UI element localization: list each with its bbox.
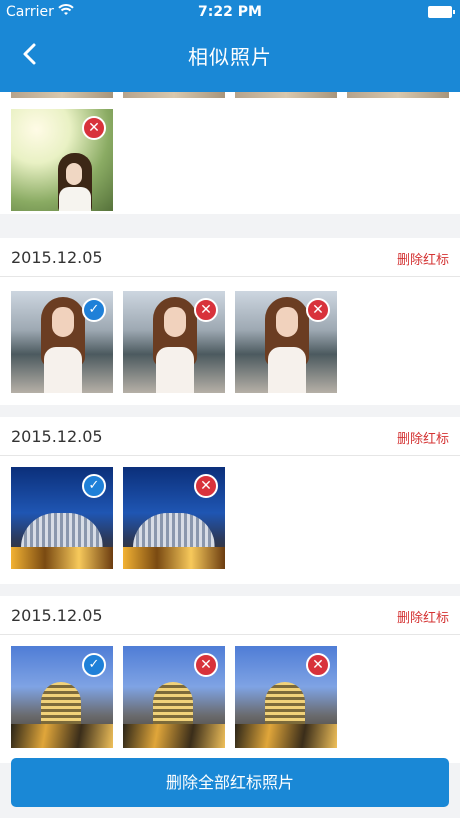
delete-marked-button[interactable]: 删除红标 [397, 607, 449, 626]
photo-thumbnail[interactable]: ✕ [123, 467, 225, 569]
partial-photo-group: ✕ [0, 92, 460, 214]
photo-thumbnail[interactable]: ✕ [11, 109, 113, 211]
photo-thumbnail[interactable]: ✕ [123, 291, 225, 393]
delete-mark-icon[interactable]: ✕ [306, 653, 330, 677]
keep-check-icon[interactable]: ✓ [82, 298, 106, 322]
delete-mark-icon[interactable]: ✕ [194, 298, 218, 322]
delete-marked-button[interactable]: 删除红标 [397, 428, 449, 447]
battery-icon [428, 6, 455, 18]
group-header: 2015.12.05 删除红标 [0, 596, 460, 635]
delete-mark-icon[interactable]: ✕ [306, 298, 330, 322]
photo-thumbnail[interactable]: ✓ [11, 646, 113, 748]
group-header: 2015.12.05 删除红标 [0, 417, 460, 456]
delete-mark-icon[interactable]: ✕ [194, 653, 218, 677]
group-date: 2015.12.05 [11, 427, 103, 446]
delete-mark-icon[interactable]: ✕ [82, 116, 106, 140]
photo-thumbnail[interactable] [11, 92, 113, 98]
group-header: 2015.12.05 删除红标 [0, 238, 460, 277]
photo-thumbnail[interactable] [123, 92, 225, 98]
group-thumbnails: ✓ ✕ [0, 456, 460, 584]
photo-thumbnail[interactable]: ✕ [123, 646, 225, 748]
keep-check-icon[interactable]: ✓ [82, 474, 106, 498]
group-date: 2015.12.05 [11, 606, 103, 625]
photo-thumbnail[interactable]: ✓ [11, 467, 113, 569]
photo-group: 2015.12.05 删除红标 ✓ ✕ [0, 417, 460, 584]
photo-thumbnail[interactable] [347, 92, 449, 98]
keep-check-icon[interactable]: ✓ [82, 653, 106, 677]
photo-thumbnail[interactable] [235, 92, 337, 98]
clock: 7:22 PM [198, 4, 262, 20]
delete-mark-icon[interactable]: ✕ [194, 474, 218, 498]
status-bar: Carrier 7:22 PM [0, 0, 460, 24]
nav-bar: 相似照片 [0, 24, 460, 84]
photo-list[interactable]: ✕ 2015.12.05 删除红标 ✓ ✕ ✕ 2015.12.05 删除红标 [0, 92, 460, 818]
delete-all-marked-button[interactable]: 删除全部红标照片 [11, 758, 449, 807]
photo-group: 2015.12.05 删除红标 ✓ ✕ ✕ [0, 596, 460, 763]
delete-marked-button[interactable]: 删除红标 [397, 249, 449, 268]
top-bar: Carrier 7:22 PM 相似照片 [0, 0, 460, 92]
photo-thumbnail[interactable]: ✕ [235, 646, 337, 748]
photo-thumbnail[interactable]: ✓ [11, 291, 113, 393]
group-thumbnails: ✓ ✕ ✕ [0, 635, 460, 763]
photo-thumbnail[interactable]: ✕ [235, 291, 337, 393]
page-title: 相似照片 [188, 45, 272, 69]
group-thumbnails: ✓ ✕ ✕ [0, 277, 460, 405]
photo-group: 2015.12.05 删除红标 ✓ ✕ ✕ [0, 238, 460, 405]
group-date: 2015.12.05 [11, 248, 103, 267]
